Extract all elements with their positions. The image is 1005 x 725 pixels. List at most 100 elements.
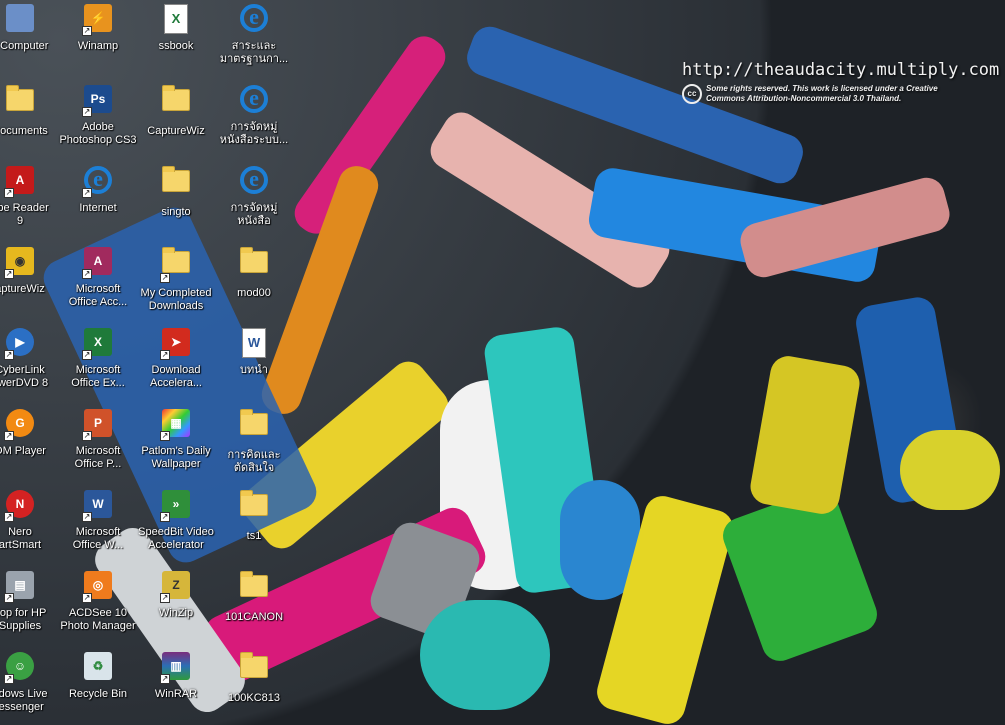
shortcut-arrow-icon: ↗ [82, 107, 92, 117]
icon-label: Documents [0, 125, 48, 137]
shortcut-arrow-icon: ↗ [82, 350, 92, 360]
desktop-icon-internet[interactable]: e ↗ Internet [58, 164, 138, 240]
desktop-icon-access[interactable]: A ↗ Microsoft Office Acc... [58, 245, 138, 321]
desktop-icon-download-accelerator[interactable]: ➤ ↗ Download Accelera... [136, 326, 216, 402]
desktop-icon-singto[interactable]: singto [136, 164, 216, 240]
desktop-icon-ssbook[interactable]: X ssbook [136, 2, 216, 78]
desktop-icon-daily-wallpaper[interactable]: ▦ ↗ Patlom's Daily Wallpaper [136, 407, 216, 483]
icon-label: ssbook [158, 40, 194, 52]
internet-explorer-icon: e [240, 166, 268, 194]
icon-label: Internet [79, 202, 117, 214]
desktop-icon-winzip[interactable]: Z ↗ WinZip [136, 569, 216, 645]
desktop-icon-speedbit[interactable]: » ↗ SpeedBit Video Accelerator [136, 488, 216, 564]
desktop-icon-powerpoint[interactable]: P ↗ Microsoft Office P... [58, 407, 138, 483]
desktop-icon-word[interactable]: W ↗ Microsoft Office W... [58, 488, 138, 564]
desktop-icon-my-completed-downloads[interactable]: ↗ My Completed Downloads [136, 245, 216, 321]
icon-label: ts1 [246, 530, 262, 542]
desktop-icon-capturewiz-folder[interactable]: CaptureWiz [136, 83, 216, 159]
shortcut-arrow-icon: ↗ [160, 674, 170, 684]
wallpaper-pin [717, 484, 883, 666]
icon-label: ndows Live lessenger [0, 688, 48, 713]
shortcut-arrow-icon: ↗ [160, 350, 170, 360]
desktop-icon-messenger[interactable]: ☺↗ ndows Live lessenger [0, 650, 60, 725]
desktop-icon-my-documents[interactable]: Documents [0, 83, 60, 159]
wallpaper-pin [900, 430, 1000, 510]
download-folder-icon [162, 247, 190, 273]
icon-label: การคิดและ ตัดสินใจ [227, 449, 281, 474]
desktop-icon-101canon[interactable]: 101CANON [214, 569, 294, 645]
icon-label: Microsoft Office P... [74, 445, 122, 470]
icon-label: singto [161, 206, 191, 218]
icon-label: สาระและ มาตรฐานกา... [219, 40, 289, 65]
icon-label: Microsoft Office Ex... [71, 364, 125, 389]
shortcut-arrow-icon: ↗ [160, 593, 170, 603]
creative-commons-icon: cc [682, 84, 702, 104]
desktop-icon-capturewiz[interactable]: ◉ ↗ aptureWiz [0, 245, 60, 321]
shortcut-arrow-icon: ↗ [82, 26, 92, 36]
icon-label: Patlom's Daily Wallpaper [141, 445, 211, 470]
desktop-icon-winamp[interactable]: ⚡ ↗ Winamp [58, 2, 138, 78]
desktop-icon-acdsee[interactable]: ◎ ↗ ACDSee 10 Photo Manager [58, 569, 138, 645]
shortcut-arrow-icon: ↗ [4, 269, 14, 279]
desktop-icon-winrar[interactable]: ▥ ↗ WinRAR [136, 650, 216, 725]
icon-label: WinZip [158, 607, 194, 619]
icon-label: WinRAR [154, 688, 198, 700]
desktop-icon-word-doc[interactable]: W บทนำ [214, 326, 294, 402]
shortcut-arrow-icon: ↗ [4, 593, 14, 603]
desktop-icon-100kc813[interactable]: 100KC813 [214, 650, 294, 725]
folder-icon [240, 652, 268, 678]
documents-folder-icon [6, 85, 34, 111]
icon-label: การจัดหมู่ หนังสือ [230, 202, 278, 227]
icon-label: Recycle Bin [68, 688, 128, 700]
shortcut-arrow-icon: ↗ [82, 188, 92, 198]
desktop-icon-nero[interactable]: N ↗ Nero artSmart [0, 488, 60, 564]
wallpaper-pin [420, 600, 550, 710]
shortcut-arrow-icon: ↗ [160, 512, 170, 522]
icon-label: 100KC813 [228, 692, 280, 704]
shortcut-arrow-icon: ↗ [4, 431, 14, 441]
desktop-icon-my-computer[interactable]: y Computer [0, 2, 60, 78]
word-file-icon: W [242, 328, 266, 358]
icon-label: hop for HP Supplies [0, 607, 47, 632]
folder-icon [162, 166, 190, 192]
desktop-icon-recycle-bin[interactable]: ♻ Recycle Bin [58, 650, 138, 725]
computer-icon [6, 4, 34, 32]
icon-label: obe Reader 9 [0, 202, 49, 227]
shortcut-arrow-icon: ↗ [82, 431, 92, 441]
desktop-icon-gom-player[interactable]: G↗ OM Player [0, 407, 60, 483]
icon-label: y Computer [0, 40, 49, 52]
desktop-icon-excel[interactable]: X ↗ Microsoft Office Ex... [58, 326, 138, 402]
folder-icon [240, 247, 268, 273]
icon-label: บทนำ [240, 364, 268, 376]
icon-label: CyberLink owerDVD 8 [0, 364, 49, 389]
icon-label: CaptureWiz [147, 125, 205, 137]
desktop-icon-mod00[interactable]: mod00 [214, 245, 294, 321]
desktop-icon-ie-link-1[interactable]: e สาระและ มาตรฐานกา... [214, 2, 294, 78]
folder-icon [162, 85, 190, 111]
shortcut-arrow-icon: ↗ [82, 269, 92, 279]
desktop-icon-powerdvd[interactable]: ▶↗ CyberLink owerDVD 8 [0, 326, 60, 402]
watermark-license: Some rights reserved. This work is licen… [706, 84, 938, 103]
desktop: http://theaudacity.multiply.com cc Some … [0, 0, 1005, 725]
desktop-icon-ie-link-3[interactable]: e การจัดหมู่ หนังสือ [214, 164, 294, 240]
icon-label: Winamp [77, 40, 119, 52]
desktop-icon-ts1[interactable]: ts1 [214, 488, 294, 564]
wallpaper-pin [747, 353, 863, 517]
shortcut-arrow-icon: ↗ [4, 350, 14, 360]
icon-label: OM Player [0, 445, 46, 457]
wallpaper-watermark: http://theaudacity.multiply.com cc Some … [682, 60, 999, 104]
shortcut-arrow-icon: ↗ [4, 188, 14, 198]
excel-file-icon: X [164, 4, 188, 34]
shortcut-arrow-icon: ↗ [82, 593, 92, 603]
desktop-icon-photoshop[interactable]: Ps ↗ Adobe Photoshop CS3 [58, 83, 138, 159]
folder-icon [240, 571, 268, 597]
desktop-icon-thai-folder[interactable]: การคิดและ ตัดสินใจ [214, 407, 294, 483]
icon-label: SpeedBit Video Accelerator [138, 526, 214, 551]
icon-label: Microsoft Office W... [72, 526, 124, 551]
desktop-icon-hp-supplies[interactable]: ▤↗ hop for HP Supplies [0, 569, 60, 645]
shortcut-arrow-icon: ↗ [82, 512, 92, 522]
desktop-icon-adobe-reader[interactable]: A↗ obe Reader 9 [0, 164, 60, 240]
desktop-icon-ie-link-2[interactable]: e การจัดหมู่ หนังสือระบบ... [214, 83, 294, 159]
icon-label: Nero artSmart [0, 526, 42, 551]
icon-label: aptureWiz [0, 283, 45, 295]
